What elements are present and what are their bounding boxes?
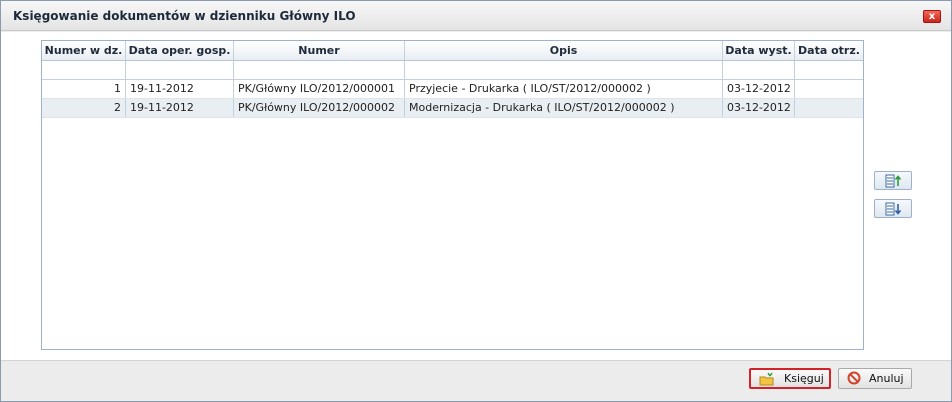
cell-operation-date: 19-11-2012: [126, 99, 234, 117]
cell-description: Modernizacja - Drukarka ( ILO/ST/2012/00…: [405, 99, 723, 117]
table-row[interactable]: 2 19-11-2012 PK/Główny ILO/2012/000002 M…: [42, 99, 863, 118]
cell-number: PK/Główny ILO/2012/000002: [234, 99, 405, 117]
dialog-title: Księgowanie dokumentów w dzienniku Główn…: [13, 9, 356, 23]
filter-row: [42, 61, 863, 80]
cancel-icon: [847, 371, 861, 385]
column-header-issue-date[interactable]: Data wyst.: [723, 41, 795, 60]
column-header-description[interactable]: Opis: [405, 41, 723, 60]
filter-operation-date[interactable]: [126, 61, 234, 79]
close-icon: x: [928, 11, 936, 22]
column-header-operation-date[interactable]: Data oper. gosp.: [126, 41, 234, 60]
cancel-button[interactable]: Anuluj: [838, 368, 912, 389]
move-down-button[interactable]: [874, 199, 912, 218]
cell-receipt-date: [795, 80, 863, 98]
filter-number[interactable]: [234, 61, 405, 79]
grid-header: Numer w dz. Data oper. gosp. Numer Opis …: [42, 41, 863, 61]
move-up-icon: [885, 174, 902, 188]
cell-number: PK/Główny ILO/2012/000001: [234, 80, 405, 98]
book-icon: [759, 372, 774, 386]
filter-description[interactable]: [405, 61, 723, 79]
filter-receipt-date[interactable]: [795, 61, 863, 79]
close-button[interactable]: x: [923, 10, 941, 23]
book-button[interactable]: Księguj: [749, 368, 831, 389]
cell-journal-number: 1: [42, 80, 126, 98]
cell-operation-date: 19-11-2012: [126, 80, 234, 98]
dialog-titlebar[interactable]: Księgowanie dokumentów w dzienniku Główn…: [1, 1, 951, 31]
move-down-icon: [885, 202, 902, 216]
cell-journal-number: 2: [42, 99, 126, 117]
column-header-receipt-date[interactable]: Data otrz.: [795, 41, 863, 60]
documents-grid: Numer w dz. Data oper. gosp. Numer Opis …: [41, 40, 864, 350]
column-header-journal-number[interactable]: Numer w dz.: [42, 41, 126, 60]
filter-issue-date[interactable]: [723, 61, 795, 79]
cell-description: Przyjecie - Drukarka ( ILO/ST/2012/00000…: [405, 80, 723, 98]
book-button-label: Księguj: [784, 372, 824, 385]
column-header-number[interactable]: Numer: [234, 41, 405, 60]
booking-dialog: Księgowanie dokumentów w dzienniku Główn…: [0, 0, 952, 402]
cancel-button-label: Anuluj: [869, 372, 904, 385]
cell-receipt-date: [795, 99, 863, 117]
dialog-content: Numer w dz. Data oper. gosp. Numer Opis …: [1, 32, 951, 360]
filter-journal-number[interactable]: [42, 61, 126, 79]
cell-issue-date: 03-12-2012: [723, 80, 795, 98]
cell-issue-date: 03-12-2012: [723, 99, 795, 117]
table-row[interactable]: 1 19-11-2012 PK/Główny ILO/2012/000001 P…: [42, 80, 863, 99]
dialog-footer: Księguj Anuluj: [1, 360, 951, 401]
move-up-button[interactable]: [874, 171, 912, 190]
